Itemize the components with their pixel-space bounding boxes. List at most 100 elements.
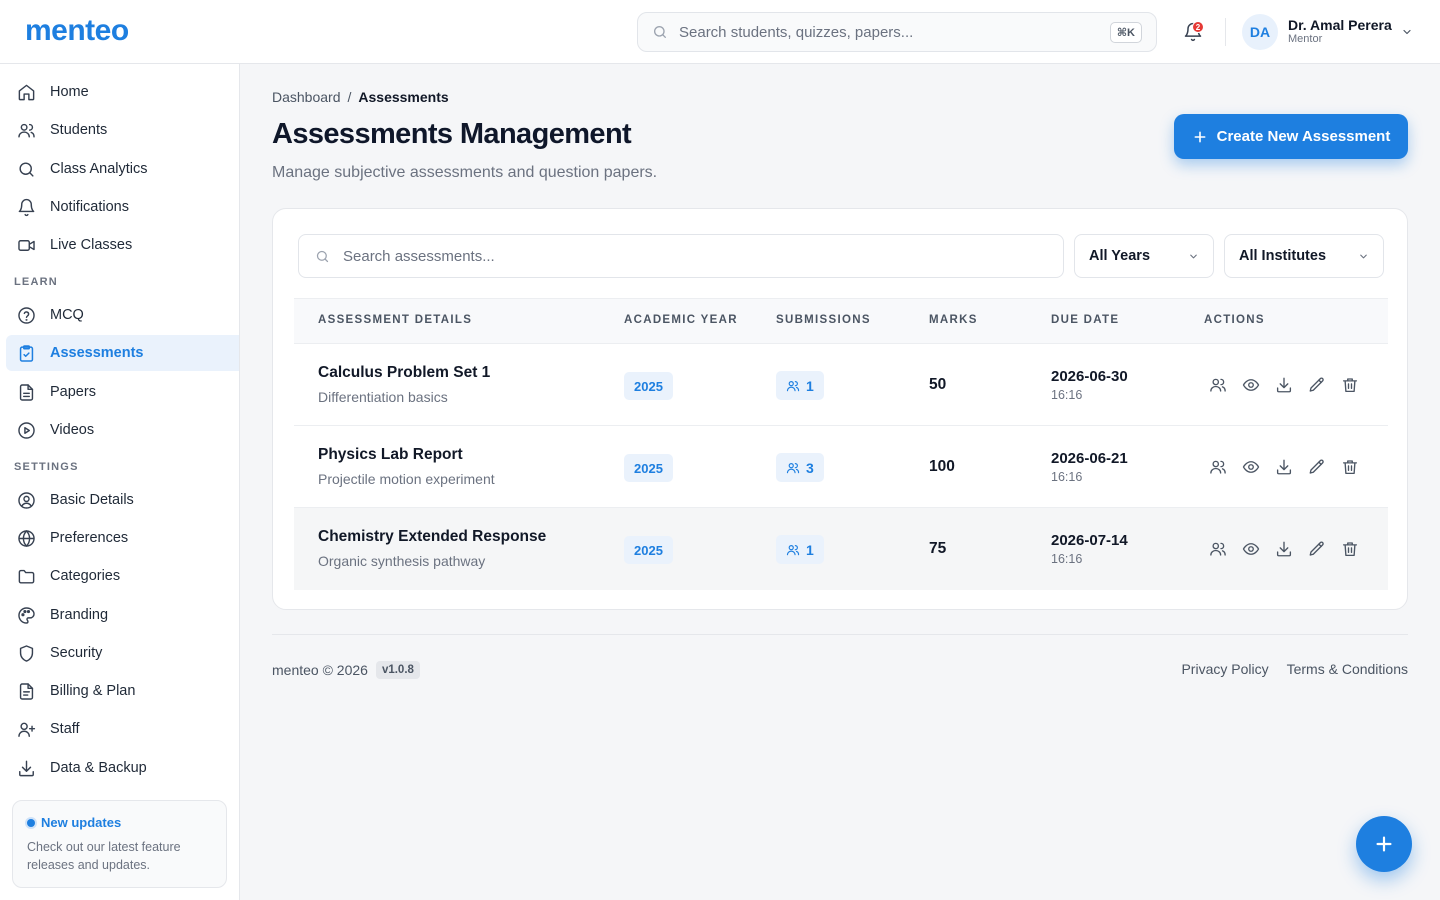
assessment-title[interactable]: Chemistry Extended Response (318, 528, 546, 546)
view-submissions-button[interactable] (1208, 539, 1228, 559)
view-submissions-button[interactable] (1208, 457, 1228, 477)
pencil-icon (1309, 459, 1324, 474)
file-text-icon (16, 382, 36, 402)
marks-value: 50 (929, 376, 947, 393)
view-submissions-button[interactable] (1208, 375, 1228, 395)
global-search[interactable]: ⌘K (637, 12, 1157, 52)
preview-button[interactable] (1241, 539, 1261, 559)
privacy-policy-link[interactable]: Privacy Policy (1181, 661, 1268, 677)
floating-add-button[interactable] (1356, 816, 1412, 872)
user-avatar[interactable]: DA (1242, 14, 1278, 50)
table-row[interactable]: Calculus Problem Set 1 Differentiation b… (294, 344, 1388, 426)
column-header-marks: MARKS (929, 314, 978, 326)
edit-button[interactable] (1307, 375, 1327, 395)
submissions-badge[interactable]: 1 (776, 535, 824, 564)
institute-filter-select[interactable]: All Institutes (1224, 234, 1384, 278)
table-row[interactable]: Physics Lab Report Projectile motion exp… (294, 426, 1388, 508)
delete-button[interactable] (1340, 539, 1360, 559)
sidebar-item-label: Live Classes (50, 237, 133, 253)
updates-text: Check out our latest feature releases an… (27, 840, 181, 872)
year-filter-select[interactable]: All Years (1074, 234, 1214, 278)
search-shortcut-badge: ⌘K (1109, 21, 1142, 43)
delete-button[interactable] (1340, 457, 1360, 477)
trash-icon (1342, 542, 1358, 557)
year-filter-value: All Years (1089, 248, 1151, 264)
sidebar-item-notifications[interactable]: Notifications (6, 189, 239, 225)
sidebar-section-settings: SETTINGS (14, 461, 79, 473)
chevron-down-icon[interactable] (1401, 26, 1413, 38)
submissions-count: 3 (806, 459, 814, 476)
assessment-search-input[interactable] (343, 247, 1047, 265)
edit-button[interactable] (1307, 539, 1327, 559)
sidebar-item-label: Assessments (50, 345, 144, 361)
users-icon (786, 544, 800, 555)
page-title: Assessments Management (272, 118, 632, 150)
sidebar-item-label: Videos (50, 422, 95, 438)
folder-icon (16, 566, 36, 586)
sidebar-item-staff[interactable]: Staff (6, 711, 239, 747)
preview-button[interactable] (1241, 457, 1261, 477)
sidebar-item-preferences[interactable]: Preferences (6, 520, 239, 556)
global-search-input[interactable] (679, 23, 1110, 41)
notification-count-badge: 2 (1192, 21, 1204, 33)
help-circle-icon (16, 305, 36, 325)
sidebar-item-label: Staff (50, 721, 80, 737)
submissions-count: 1 (806, 377, 814, 394)
download-icon (1276, 377, 1292, 393)
sidebar-item-security[interactable]: Security (6, 635, 239, 671)
users-icon (786, 462, 800, 473)
pencil-icon (1309, 377, 1324, 392)
edit-button[interactable] (1307, 457, 1327, 477)
table-row[interactable]: Chemistry Extended Response Organic synt… (294, 508, 1388, 590)
play-circle-icon (16, 420, 36, 440)
sidebar-item-class-analytics[interactable]: Class Analytics (6, 151, 239, 187)
assessment-title[interactable]: Calculus Problem Set 1 (318, 364, 490, 382)
download-button[interactable] (1274, 375, 1294, 395)
sidebar-item-categories[interactable]: Categories (6, 558, 239, 594)
sidebar-item-assessments[interactable]: Assessments (6, 335, 239, 371)
app-logo[interactable]: menteo (25, 14, 129, 48)
download-button[interactable] (1274, 539, 1294, 559)
user-name[interactable]: Dr. Amal Perera (1288, 17, 1392, 33)
sidebar-item-videos[interactable]: Videos (6, 412, 239, 448)
preview-button[interactable] (1241, 375, 1261, 395)
download-button[interactable] (1274, 457, 1294, 477)
sidebar-item-billing-plan[interactable]: Billing & Plan (6, 673, 239, 709)
palette-icon (16, 605, 36, 625)
sidebar-item-home[interactable]: Home (6, 74, 239, 110)
new-updates-card[interactable]: New updates Check out our latest feature… (12, 800, 227, 888)
sidebar-item-label: Students (50, 122, 108, 138)
institute-filter-value: All Institutes (1239, 248, 1327, 264)
copyright-text: menteo © 2026 (272, 662, 368, 678)
submissions-badge[interactable]: 1 (776, 371, 824, 400)
assessment-title[interactable]: Physics Lab Report (318, 446, 463, 464)
terms-conditions-link[interactable]: Terms & Conditions (1287, 661, 1408, 677)
breadcrumb-dashboard[interactable]: Dashboard (272, 89, 341, 105)
row-actions (1208, 457, 1360, 477)
sidebar-item-mcq[interactable]: MCQ (6, 297, 239, 333)
sidebar-item-data-backup[interactable]: Data & Backup (6, 750, 239, 786)
pencil-icon (1309, 541, 1324, 556)
page-subtitle: Manage subjective assessments and questi… (272, 164, 658, 181)
submissions-badge[interactable]: 3 (776, 453, 824, 482)
delete-button[interactable] (1340, 375, 1360, 395)
user-plus-icon (16, 719, 36, 739)
sidebar-item-basic-details[interactable]: Basic Details (6, 482, 239, 518)
sidebar-item-papers[interactable]: Papers (6, 374, 239, 410)
footer-links: Privacy Policy Terms & Conditions (1181, 661, 1408, 677)
sidebar-item-label: Home (50, 84, 89, 100)
video-icon (16, 235, 36, 255)
chevron-down-icon (1360, 254, 1367, 258)
create-assessment-button[interactable]: Create New Assessment (1174, 114, 1408, 159)
header-divider (1225, 18, 1226, 46)
column-header-year: ACADEMIC YEAR (624, 314, 738, 326)
eye-icon (1242, 543, 1260, 555)
sidebar-item-branding[interactable]: Branding (6, 597, 239, 633)
sidebar-item-students[interactable]: Students (6, 112, 239, 148)
assessment-search[interactable] (298, 234, 1064, 278)
year-badge: 2025 (624, 454, 673, 482)
sidebar-item-label: Categories (50, 568, 121, 584)
updates-title-text: New updates (41, 815, 122, 830)
column-header-due-date: DUE DATE (1051, 314, 1120, 326)
sidebar-item-live-classes[interactable]: Live Classes (6, 227, 239, 263)
